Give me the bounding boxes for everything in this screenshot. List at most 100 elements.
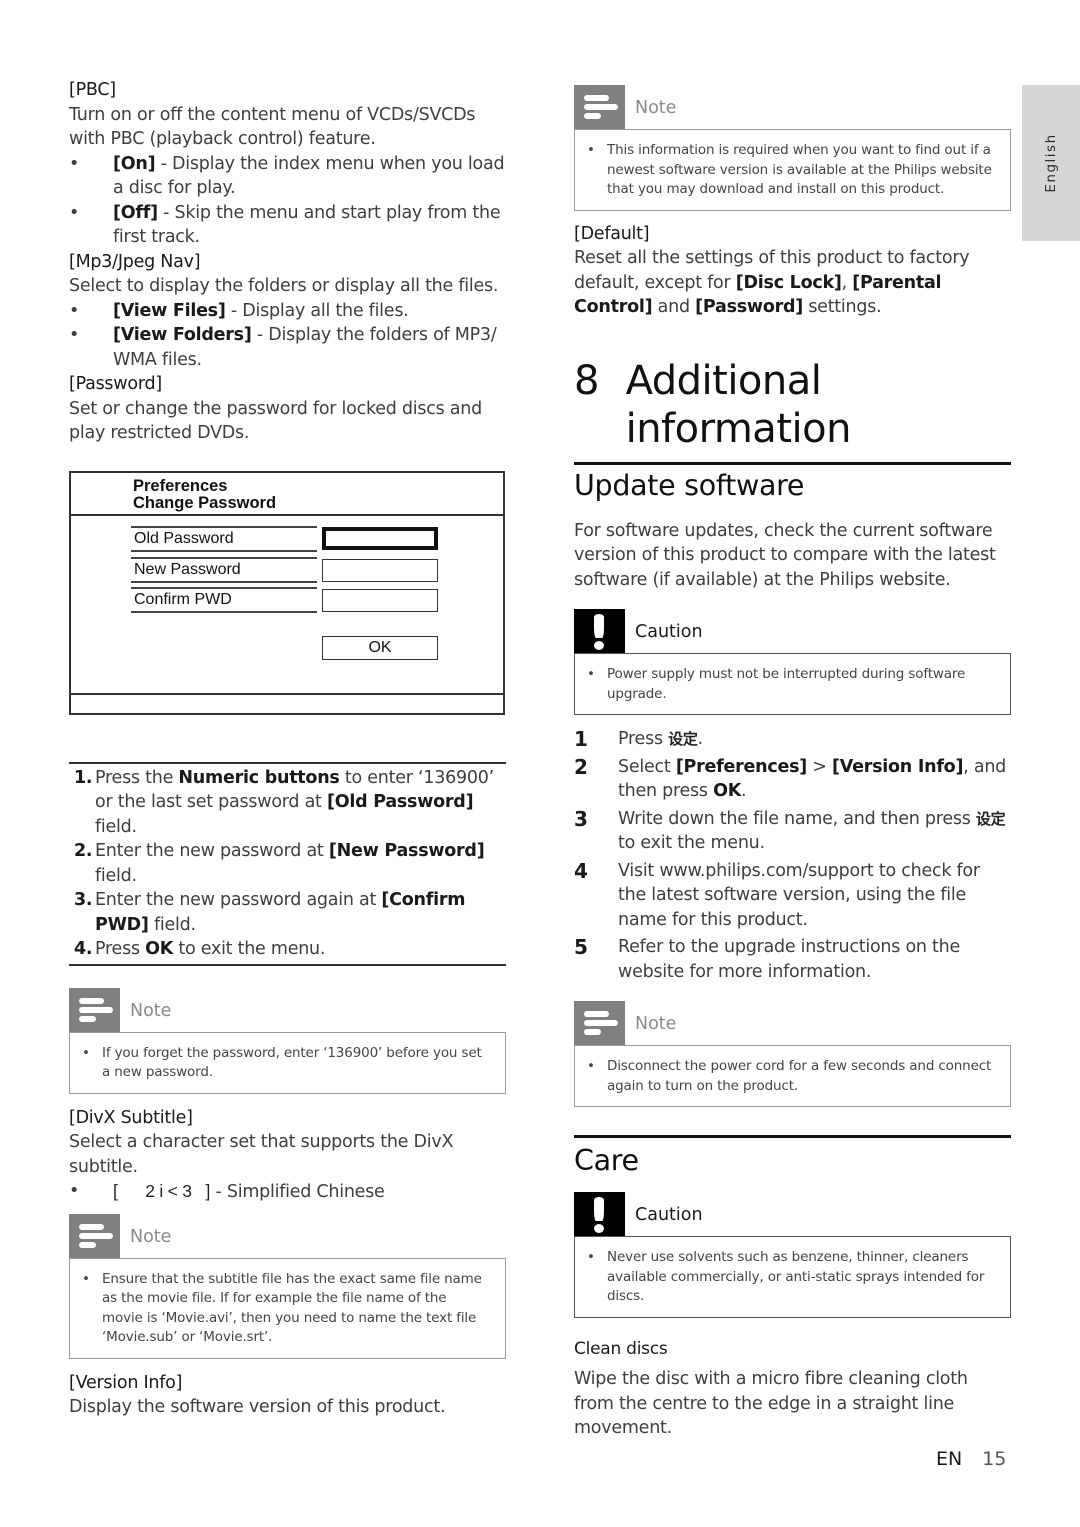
text-run: Select [618, 756, 676, 777]
bold-term: OK [145, 939, 174, 959]
rich-text: Press 设定. [618, 729, 703, 749]
text-run: Enter the new password at [95, 841, 329, 861]
care-rule: Care [574, 1135, 1011, 1178]
caution-text: Never use solvents such as benzene, thin… [587, 1248, 996, 1307]
pbc-option-on: [On] - Display the index menu when you l… [69, 152, 506, 201]
update-step: 4 Visit www.philips.com/support to check … [574, 858, 980, 930]
pbc-desc: Turn on or off the content menu of VCDs/… [69, 104, 476, 150]
rich-text: Reset all the settings of this product t… [574, 248, 970, 317]
mp3nav-title: [Mp3/Jpeg Nav] [69, 251, 201, 272]
change-password-menu-screenshot: Preferences Change Password Old Password… [69, 470, 505, 715]
mp3nav-option-files: [View Files] - Display all the files. [69, 299, 506, 324]
pbc-title: [PBC] [69, 80, 116, 100]
note-text: Disconnect the power cord for a few seco… [587, 1057, 996, 1096]
note-text: This information is required when you wa… [587, 141, 996, 200]
default-desc: Reset all the settings of this product t… [574, 246, 1011, 320]
update-desc: For software updates, check the current … [574, 520, 996, 590]
update-step: 1 Press 设定. [574, 727, 703, 751]
note-text: If you forget the password, enter ‘13690… [82, 1044, 491, 1083]
section-update-software-title: Update software [574, 468, 805, 502]
text-run: and [652, 297, 696, 317]
version-desc: Display the software version of this pro… [69, 1397, 446, 1417]
note-box-password: Note If you forget the password, enter ‘… [69, 987, 506, 1094]
caution-title: Caution [635, 622, 703, 642]
text-run: > [806, 756, 833, 777]
divx-desc: Select a character set that supports the… [69, 1132, 454, 1177]
right-column: Note This information is required when y… [574, 85, 1011, 1441]
divx-option-chinese: [ 2 i < 3 ] - Simplified Chinese [69, 1179, 506, 1205]
text-run: Visit www.philips.com/support to check f… [618, 860, 980, 930]
bold-term: [Old Password] [326, 792, 474, 812]
clean-discs-desc: Wipe the disc with a micro fibre cleanin… [574, 1369, 968, 1438]
note-box-version: Note This information is required when y… [574, 85, 1011, 211]
note-icon [574, 1001, 625, 1045]
bold-term: [Version Info] [832, 756, 964, 777]
text-run: Refer to the upgrade instructions on the… [618, 937, 961, 982]
bold-term: [Password] [695, 297, 803, 317]
step-item: 1. Press the Numeric buttons to enter ‘13… [74, 767, 494, 837]
pbc-option-off: [Off] - Skip the menu and start play fro… [69, 201, 506, 250]
update-steps: 1 Press 设定. 2 Select [Preferences] > [Vers… [574, 727, 1011, 984]
old-password-field[interactable] [322, 526, 438, 550]
note-title: Note [130, 1000, 172, 1021]
menu-ok-button[interactable]: OK [322, 635, 438, 660]
note-title: Note [130, 1226, 172, 1247]
rich-text: Enter the new password at [New Password]… [95, 841, 485, 886]
mp3nav-option-folders: [View Folders] - Display the folders of … [69, 323, 506, 372]
text-run: field. [148, 914, 196, 935]
page-number: 15 [982, 1448, 1007, 1470]
clean-discs-title: Clean discs [574, 1338, 668, 1359]
mp3nav-desc: Select to display the folders or display… [69, 276, 499, 296]
default-title: [Default] [574, 223, 650, 244]
language-side-tab: English [1022, 85, 1080, 241]
left-column: [PBC] Turn on or off the content menu of… [69, 78, 506, 1420]
rich-text: Enter the new password again at [Confirm… [95, 890, 465, 935]
section-care-title: Care [574, 1144, 639, 1177]
chapter-title: Additional information [625, 357, 852, 452]
menu-title-preferences: Preferences [133, 476, 228, 495]
step-item: 2. Enter the new password at [New Passwor… [74, 841, 485, 886]
text-run: Press the [95, 767, 179, 788]
menu-row-new-password: New Password [131, 556, 317, 583]
bold-term: OK [713, 781, 742, 801]
text-run: Press [95, 939, 146, 959]
bold-term: Numeric buttons [178, 767, 340, 788]
text-run: Press [618, 729, 669, 749]
text-run: . [697, 729, 704, 749]
caution-exclamation-icon [574, 609, 625, 653]
setup-key-label: 设定 [668, 730, 698, 748]
step-item: 3. Enter the new password again at [Confi… [74, 890, 466, 935]
caution-title: Caution [635, 1205, 703, 1225]
rich-text: Write down the file name, and then press… [618, 809, 1006, 854]
text-run: to exit the menu. [173, 939, 326, 959]
note-box-power: Note Disconnect the power cord for a few… [574, 1001, 1011, 1107]
confirm-pwd-field[interactable] [322, 588, 438, 612]
update-step: 3 Write down the file name, and then pres… [574, 806, 1006, 854]
new-password-field[interactable] [322, 558, 438, 582]
menu-row-old-password: Old Password [131, 525, 317, 552]
text-run: field. [95, 865, 137, 886]
caution-box-care: Caution Never use solvents such as benze… [574, 1192, 1011, 1318]
chapter-heading: 8 Additional information [574, 357, 1011, 465]
text-run: , [841, 272, 853, 293]
caution-text: Power supply must not be interrupted dur… [587, 665, 996, 704]
rich-text: Visit www.philips.com/support to check f… [618, 861, 980, 930]
note-title: Note [635, 98, 677, 118]
note-icon [69, 1213, 120, 1258]
step-item: 4. Press OK to exit the menu. [74, 939, 326, 959]
menu-header: Preferences Change Password [71, 473, 503, 516]
menu-title-change-password: Change Password [133, 493, 277, 512]
change-password-steps: 1. Press the Numeric buttons to enter ‘13… [69, 761, 506, 966]
text-run: field. [95, 816, 137, 837]
note-title: Note [635, 1014, 677, 1034]
note-text: Ensure that the subtitle file has the ex… [82, 1270, 491, 1348]
chapter-number: 8 [574, 357, 599, 404]
note-icon [69, 987, 120, 1032]
menu-footer [71, 692, 503, 713]
text-run: settings. [803, 297, 882, 317]
rich-text: Press OK to exit the menu. [95, 939, 325, 959]
note-box-subtitle: Note Ensure that the subtitle file has t… [69, 1213, 506, 1359]
note-icon [574, 85, 625, 129]
divx-title: [DivX Subtitle] [69, 1107, 193, 1128]
menu-row-confirm-pwd: Confirm PWD [131, 586, 317, 613]
